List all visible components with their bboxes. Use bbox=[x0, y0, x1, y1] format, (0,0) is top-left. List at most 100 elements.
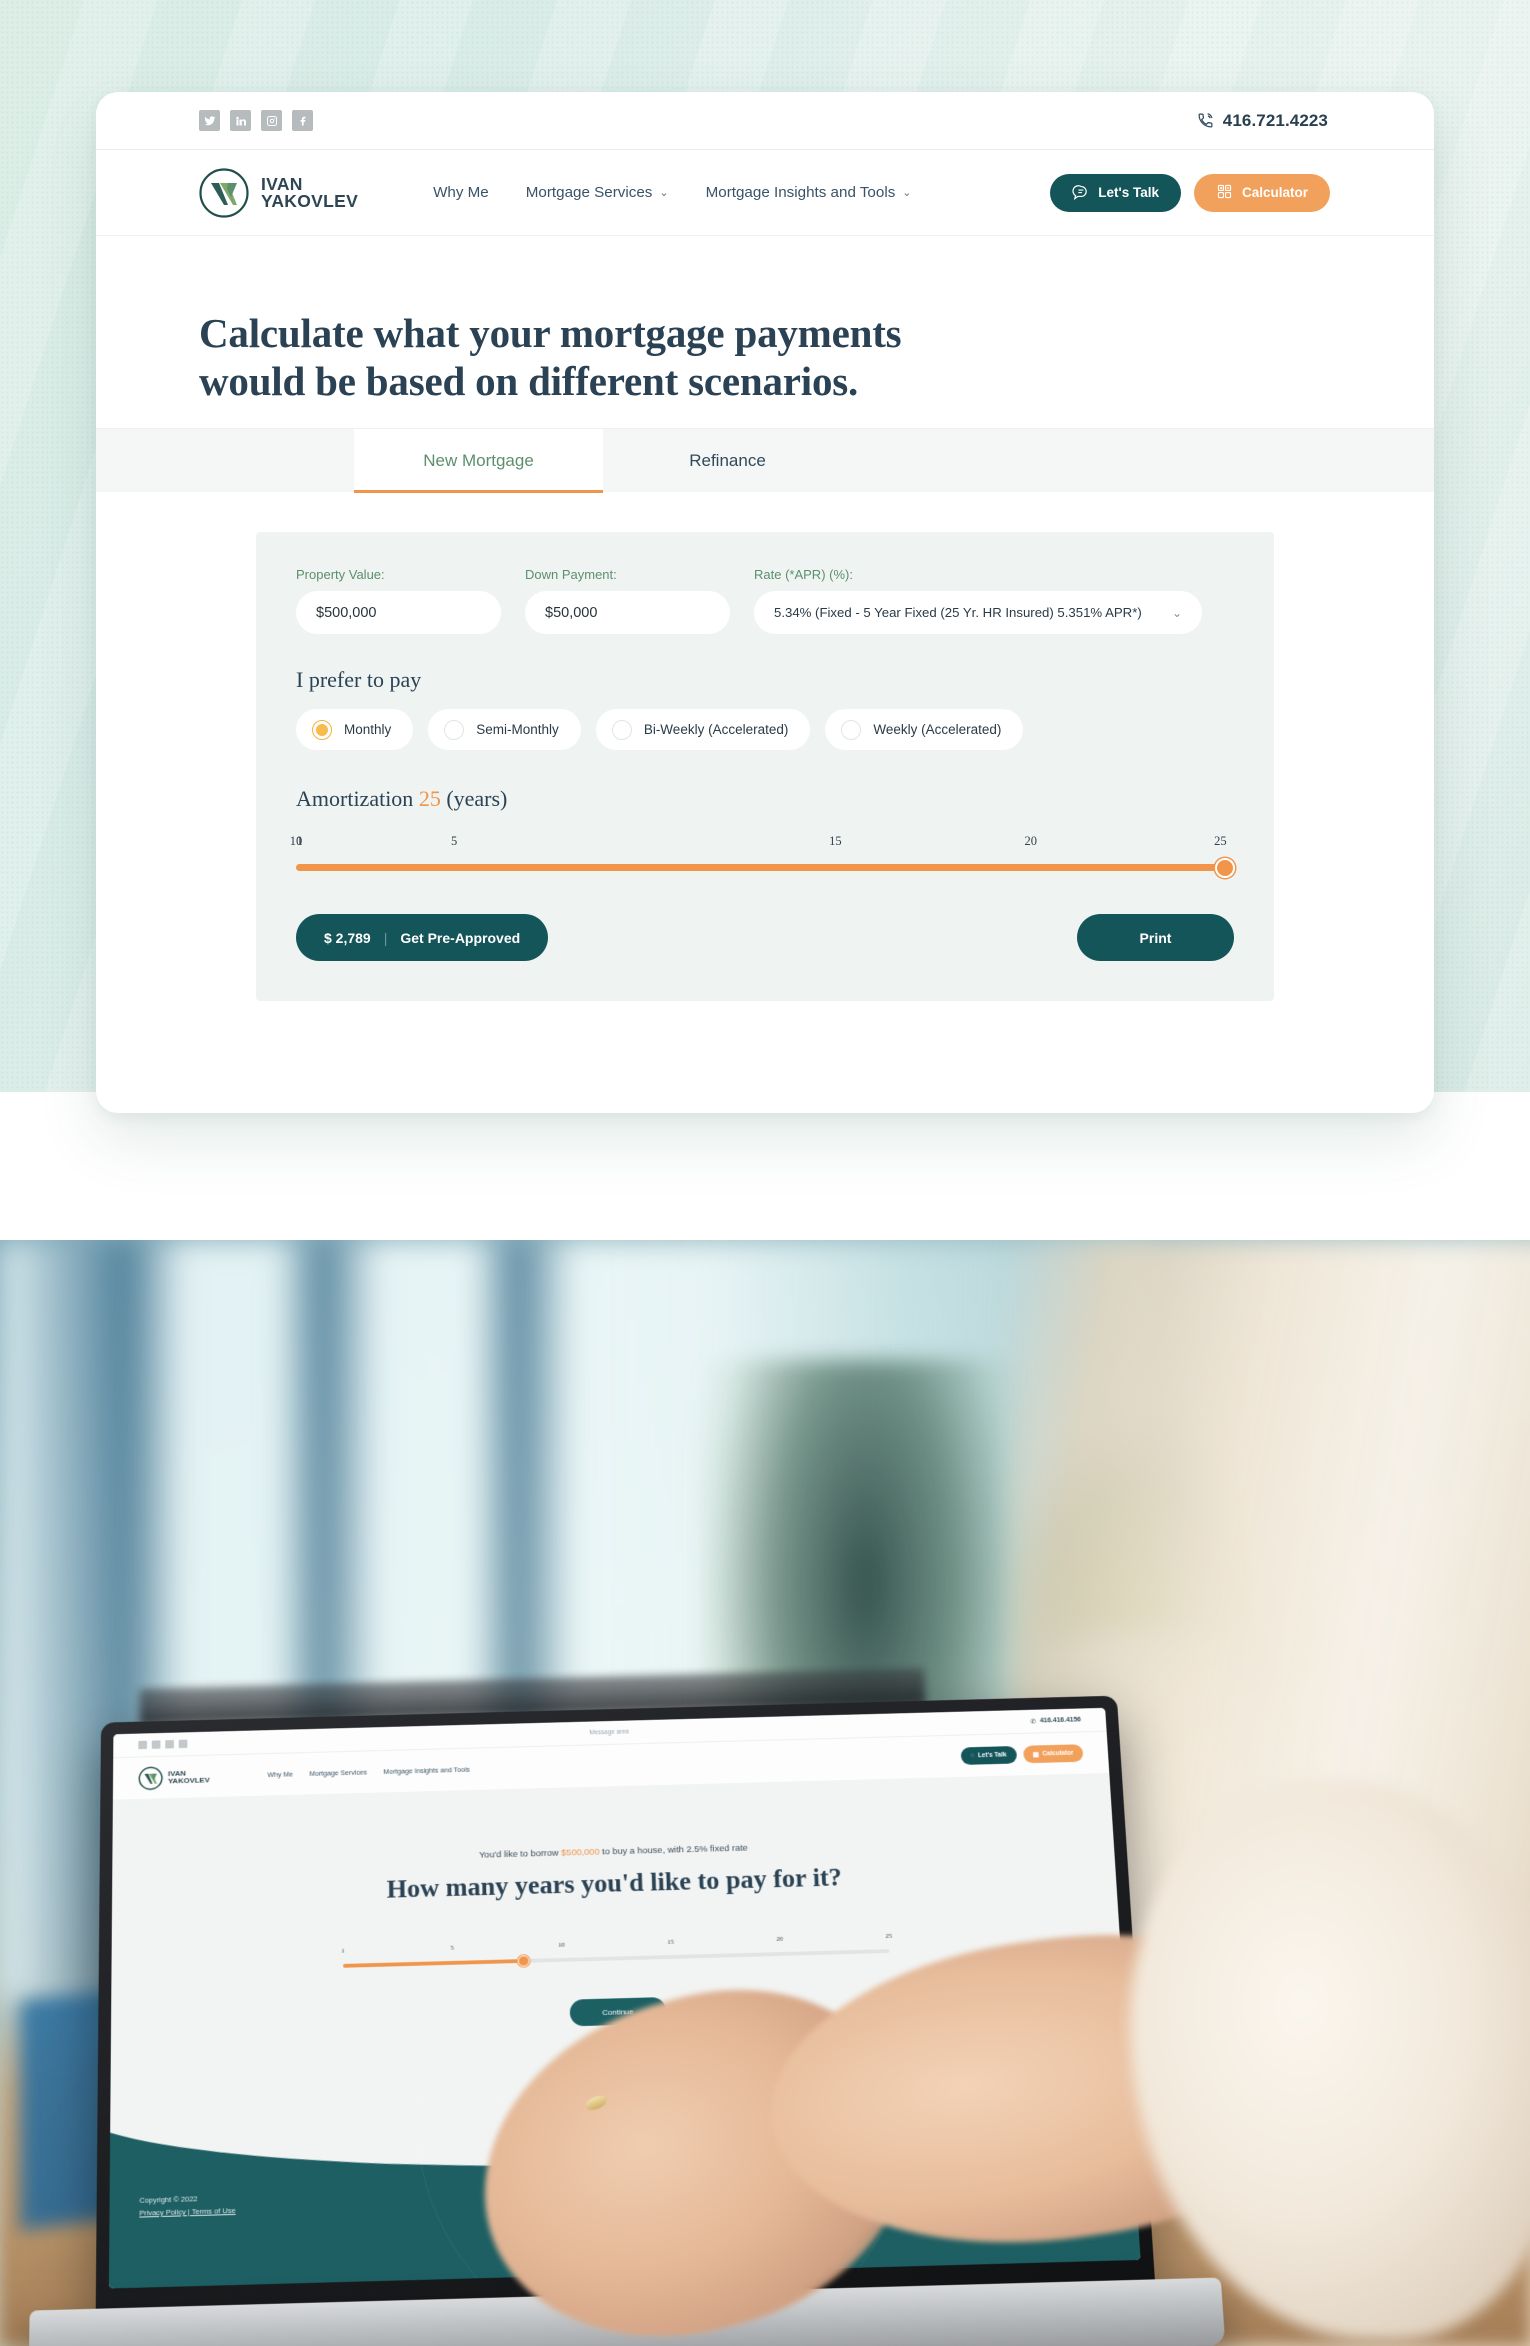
nav-label: Mortgage Services bbox=[525, 184, 653, 201]
radio-icon bbox=[841, 719, 862, 740]
logo-mark-icon bbox=[138, 1766, 163, 1791]
lets-talk-button[interactable]: Let's Talk bbox=[1050, 173, 1181, 212]
radio-icon bbox=[312, 719, 332, 740]
twitter-icon[interactable] bbox=[199, 110, 220, 131]
phone-icon: ✆ bbox=[1030, 1718, 1037, 1725]
nav-label: Why Me bbox=[433, 184, 489, 201]
frequency-option-weekly[interactable]: Weekly (Accelerated) bbox=[825, 709, 1024, 750]
mini-nav-item-services[interactable]: Mortgage Services bbox=[309, 1768, 367, 1778]
rate-select[interactable]: 5.34% (Fixed - 5 Year Fixed (25 Yr. HR I… bbox=[754, 591, 1202, 634]
down-payment-field: Down Payment: $50,000 bbox=[525, 567, 730, 634]
nav-item-mortgage-services[interactable]: Mortgage Services ⌄ bbox=[526, 184, 669, 201]
logo-line-1: IVAN bbox=[261, 173, 303, 194]
button-separator: | bbox=[383, 929, 388, 946]
radio-icon bbox=[444, 719, 465, 740]
logo-wordmark: IVAN YAKOVLEV bbox=[261, 173, 359, 211]
chat-icon: ◌ bbox=[970, 1752, 975, 1760]
logo-line-2: YAKOVLEV bbox=[261, 190, 359, 211]
chat-icon bbox=[1072, 183, 1089, 203]
frequency-option-bi-weekly[interactable]: Bi-Weekly (Accelerated) bbox=[595, 709, 811, 750]
mini-logo-line-2: YAKOVLEV bbox=[167, 1775, 210, 1785]
frequency-option-semi-monthly[interactable]: Semi-Monthly bbox=[428, 709, 581, 750]
mini-social-links bbox=[138, 1739, 188, 1750]
amortization-title: Amortization 25 (years) bbox=[296, 786, 1234, 812]
calculator-button[interactable]: Calculator bbox=[1193, 173, 1330, 212]
mini-lets-talk-label: Let's Talk bbox=[977, 1751, 1007, 1759]
calculator-actions: $ 2,789 | Get Pre-Approved Print bbox=[296, 914, 1234, 961]
nav-label: Mortgage Insights and Tools bbox=[705, 184, 896, 201]
mini-year-slider[interactable]: 1 5 10 15 20 25 bbox=[341, 1932, 892, 1968]
slider-ticks: 1 5 10 15 20 25 bbox=[290, 834, 1227, 854]
payment-frequency-title: I prefer to pay bbox=[296, 667, 422, 692]
page-title-line-1: Calculate what your mortgage payments bbox=[199, 310, 902, 356]
site-logo[interactable]: IVAN YAKOVLEV bbox=[198, 167, 358, 219]
mini-footer-links[interactable]: Privacy Policy | Terms of Use bbox=[139, 2205, 235, 2220]
slider-tick: 10 bbox=[289, 834, 303, 848]
mini-phone[interactable]: ✆ 416.416.4156 bbox=[1030, 1716, 1081, 1725]
instagram-icon[interactable] bbox=[178, 1739, 188, 1749]
mini-calculator-label: Calculator bbox=[1042, 1749, 1074, 1758]
linkedin-icon[interactable] bbox=[230, 110, 251, 131]
instagram-icon[interactable] bbox=[261, 110, 282, 131]
mini-lets-talk-button[interactable]: ◌ Let's Talk bbox=[960, 1746, 1017, 1765]
amortization-slider[interactable]: 1 5 10 15 20 25 bbox=[290, 834, 1235, 878]
mini-slider-tick: 15 bbox=[667, 1937, 675, 1946]
stage-white-base bbox=[0, 1092, 1530, 1240]
nav-item-mortgage-insights[interactable]: Mortgage Insights and Tools ⌄ bbox=[706, 184, 912, 201]
mini-nav-item-insights[interactable]: Mortgage Insights and Tools bbox=[383, 1765, 470, 1776]
lifestyle-photo: Message area ✆ 416.416.4156 IVAN YAKOVLE… bbox=[0, 1240, 1530, 2346]
get-pre-approved-button[interactable]: $ 2,789 | Get Pre-Approved bbox=[296, 914, 549, 961]
nav-item-why-me[interactable]: Why Me bbox=[433, 184, 489, 201]
facebook-icon[interactable] bbox=[165, 1739, 174, 1749]
frequency-option-monthly[interactable]: Monthly bbox=[296, 709, 414, 750]
monthly-payment-amount: $ 2,789 bbox=[324, 929, 371, 946]
main-navigation: IVAN YAKOVLEV Why Me Mortgage Services ⌄… bbox=[96, 150, 1434, 236]
page-title: Calculate what your mortgage payments wo… bbox=[199, 310, 1330, 406]
mini-calculator-button[interactable]: ▦ Calculator bbox=[1022, 1744, 1084, 1764]
tab-refinance[interactable]: Refinance bbox=[603, 429, 852, 493]
input-row: Property Value: $500,000 Down Payment: $… bbox=[296, 567, 1234, 634]
phone-icon bbox=[1197, 112, 1214, 129]
slider-tick: 5 bbox=[450, 834, 458, 848]
frequency-label: Bi-Weekly (Accelerated) bbox=[643, 722, 789, 737]
utility-bar: 416.721.4223 bbox=[96, 92, 1434, 150]
get-pre-approved-label: Get Pre-Approved bbox=[400, 929, 521, 946]
payment-frequency-group: Monthly Semi-Monthly Bi-Weekly (Accelera… bbox=[296, 709, 1234, 750]
linkedin-icon[interactable] bbox=[151, 1740, 161, 1749]
mini-intro-pre: You'd like to borrow bbox=[478, 1848, 562, 1861]
slider-tick: 15 bbox=[829, 834, 842, 848]
chevron-down-icon: ⌄ bbox=[659, 187, 669, 199]
tab-new-mortgage[interactable]: New Mortgage bbox=[354, 429, 603, 493]
slider-tick: 25 bbox=[1214, 834, 1227, 848]
mini-message-area: Message area bbox=[589, 1728, 630, 1737]
slider-tick: 20 bbox=[1024, 834, 1037, 848]
frequency-label: Semi-Monthly bbox=[476, 722, 559, 737]
mini-nav-item-why-me[interactable]: Why Me bbox=[268, 1770, 293, 1779]
top-showcase-stage: 416.721.4223 IVAN YAKOVLEV Why Me Mortga… bbox=[0, 0, 1530, 1240]
property-value-input[interactable]: $500,000 bbox=[296, 591, 501, 634]
mini-logo[interactable]: IVAN YAKOVLEV bbox=[138, 1764, 210, 1790]
down-payment-input[interactable]: $50,000 bbox=[525, 591, 730, 634]
print-button[interactable]: Print bbox=[1077, 914, 1234, 961]
chevron-down-icon: ⌄ bbox=[1171, 605, 1182, 620]
tab-label: Refinance bbox=[689, 451, 766, 470]
mini-nav-links: Why Me Mortgage Services Mortgage Insigh… bbox=[268, 1765, 470, 1779]
logo-mark-icon bbox=[198, 167, 250, 219]
calculator-tabs: New Mortgage Refinance bbox=[96, 428, 1434, 493]
phone-contact[interactable]: 416.721.4223 bbox=[1197, 111, 1328, 131]
page-title-line-2: would be based on different scenarios. bbox=[199, 357, 859, 404]
mini-slider-handle[interactable] bbox=[517, 1955, 530, 1967]
chevron-down-icon: ⌄ bbox=[902, 187, 912, 199]
facebook-icon[interactable] bbox=[292, 110, 313, 131]
mini-intro-amount: $500,000 bbox=[561, 1847, 600, 1859]
calculator-panel: Property Value: $500,000 Down Payment: $… bbox=[256, 532, 1274, 1001]
radio-icon bbox=[611, 719, 632, 740]
slider-handle[interactable] bbox=[1215, 857, 1235, 878]
twitter-icon[interactable] bbox=[138, 1740, 148, 1750]
down-payment-text: $50,000 bbox=[545, 604, 598, 621]
mini-logo-wordmark: IVAN YAKOVLEV bbox=[168, 1769, 210, 1785]
calculator-section: Property Value: $500,000 Down Payment: $… bbox=[96, 492, 1434, 1032]
tab-label: New Mortgage bbox=[423, 451, 534, 470]
print-label: Print bbox=[1139, 929, 1172, 946]
slider-track[interactable] bbox=[296, 857, 1235, 878]
